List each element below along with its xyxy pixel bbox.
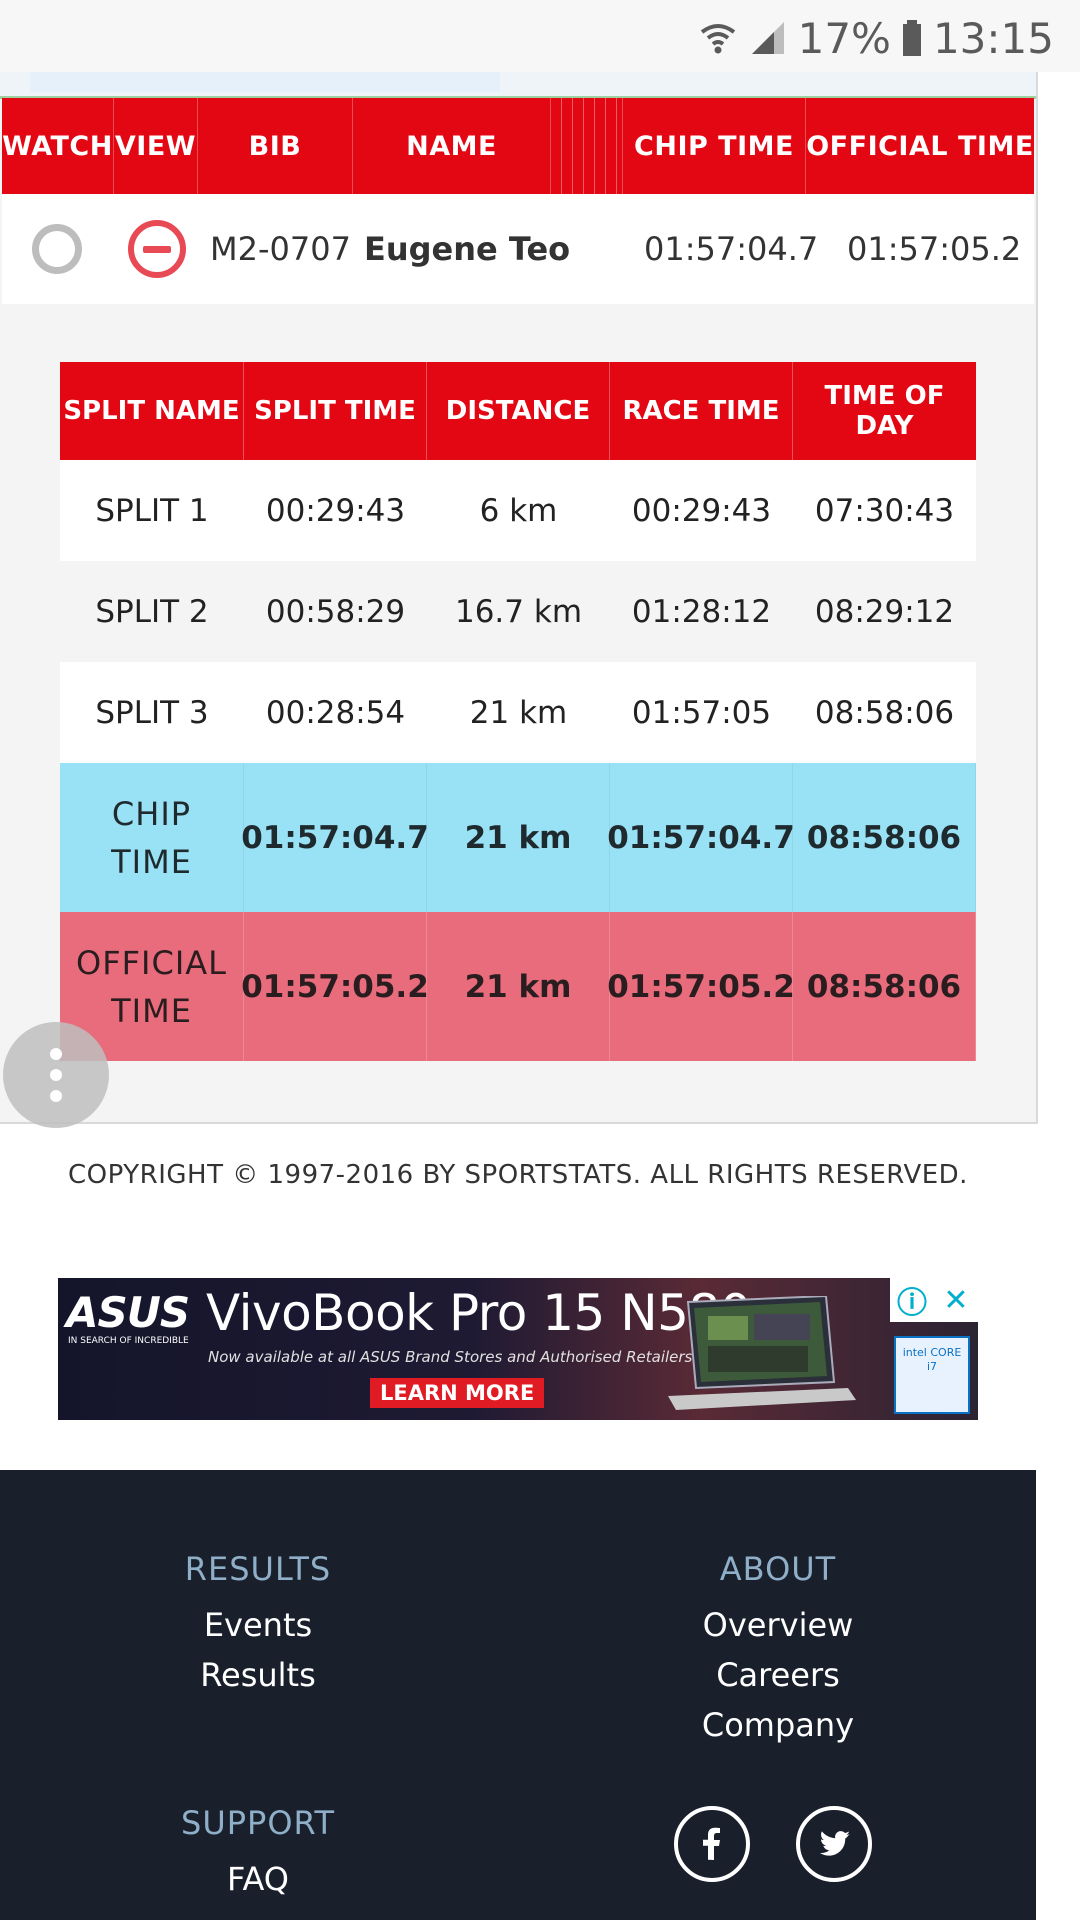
chip-label-line1: CHIP: [111, 794, 192, 833]
col-split-time: SPLIT TIME: [244, 362, 427, 460]
footer-results: RESULTS Events Results: [58, 1550, 458, 1700]
ad-info-icon[interactable]: ⓘ: [890, 1278, 934, 1322]
ad-subline: Now available at all ASUS Brand Stores a…: [208, 1348, 693, 1366]
chip-label-line2: TIME: [111, 842, 192, 881]
col-time-of-day: TIME OF DAY: [824, 381, 945, 441]
split-row: SPLIT 2 00:58:29 16.7 km 01:28:12 08:29:…: [60, 561, 976, 662]
footer-link-careers[interactable]: Careers: [578, 1650, 978, 1700]
split-race-time: 01:57:05: [631, 694, 772, 731]
official-time-value: 01:57:05.2: [847, 230, 1022, 268]
splits-table: SPLIT NAME SPLIT TIME DISTANCE RACE TIME…: [60, 362, 976, 1061]
col-distance: DISTANCE: [427, 362, 610, 460]
ad-controls: ⓘ ✕: [890, 1278, 978, 1322]
signal-icon: [751, 22, 784, 54]
split-time: 00:29:43: [265, 492, 406, 529]
copyright-text: COPYRIGHT © 1997-2016 BY SPORTSTATS. ALL…: [68, 1160, 968, 1190]
chip-race-time: 01:57:04.7: [607, 763, 795, 912]
split-distance: 21 km: [469, 694, 568, 731]
ad-tagline: IN SEARCH OF INCREDIBLE: [68, 1336, 189, 1346]
split-name: SPLIT 1: [95, 492, 209, 529]
collapse-splits-icon[interactable]: [128, 194, 186, 304]
official-race-time: 01:57:05.2: [607, 912, 795, 1061]
split-name: SPLIT 3: [95, 694, 209, 731]
col-watch[interactable]: WATCH: [2, 98, 114, 194]
more-vertical-icon: [50, 1048, 62, 1060]
status-bar: 17% 13:15: [0, 0, 1080, 72]
chip-split-time: 01:57:04.7: [241, 763, 429, 912]
ad-close-icon[interactable]: ✕: [934, 1278, 978, 1322]
twitter-icon[interactable]: [796, 1806, 872, 1882]
split-time: 00:28:54: [265, 694, 406, 731]
split-time-of-day: 08:29:12: [814, 593, 955, 630]
official-time-of-day: 08:58:06: [793, 912, 976, 1061]
intel-badge: intel CORE i7: [894, 1336, 970, 1414]
watch-radio[interactable]: [32, 194, 82, 304]
ad-banner[interactable]: ASUS IN SEARCH OF INCREDIBLE VivoBook Pr…: [58, 1278, 978, 1420]
facebook-icon[interactable]: [674, 1806, 750, 1882]
col-bib[interactable]: BIB: [198, 98, 353, 194]
chip-time-label: CHIP TIME: [60, 763, 244, 912]
footer-about: ABOUT Overview Careers Company: [578, 1550, 978, 1750]
header-strip: [0, 72, 1036, 99]
split-row: SPLIT 3 00:28:54 21 km 01:57:05 08:58:06: [60, 662, 976, 763]
chip-time-of-day: 08:58:06: [793, 763, 976, 912]
results-table-header: WATCH VIEW BIB NAME CHIP TIME OFFICIAL T…: [2, 98, 1034, 194]
split-row: SPLIT 1 00:29:43 6 km 00:29:43 07:30:43: [60, 460, 976, 561]
official-label-line2: TIME: [111, 991, 192, 1030]
footer-link-results[interactable]: Results: [58, 1650, 458, 1700]
col-split-name: SPLIT NAME: [60, 362, 244, 460]
split-race-time: 01:28:12: [631, 593, 772, 630]
split-distance: 16.7 km: [454, 593, 583, 630]
col-collapsed: [551, 98, 623, 194]
battery-icon: [902, 20, 921, 56]
split-time: 00:58:29: [265, 593, 406, 630]
split-name: SPLIT 2: [95, 593, 209, 630]
runner-name-link[interactable]: Eugene Teo: [364, 194, 570, 304]
floating-menu-button[interactable]: [3, 1022, 109, 1128]
site-footer: RESULTS Events Results ABOUT Overview Ca…: [0, 1470, 1036, 1920]
col-name[interactable]: NAME: [353, 98, 551, 194]
official-label-line1: OFFICIAL: [76, 943, 227, 982]
table-row: M2-0707 Eugene Teo 01:57:04.7 01:57:05.2: [2, 194, 1034, 304]
ad-learn-more-button[interactable]: LEARN MORE: [370, 1378, 545, 1408]
footer-support: SUPPORT FAQ: [58, 1804, 458, 1904]
bib-number: M2-0707: [210, 230, 351, 268]
results-panel: WATCH VIEW BIB NAME CHIP TIME OFFICIAL T…: [0, 72, 1038, 1124]
battery-percent: 17%: [797, 13, 891, 63]
footer-link-company[interactable]: Company: [578, 1700, 978, 1750]
official-split-time: 01:57:05.2: [241, 912, 429, 1061]
clock: 13:15: [932, 13, 1054, 63]
official-time-row: OFFICIAL TIME 01:57:05.2 21 km 01:57:05.…: [60, 912, 976, 1061]
asus-logo: ASUS: [66, 1288, 190, 1337]
chip-distance: 21 km: [427, 763, 610, 912]
split-time-of-day: 08:58:06: [814, 694, 955, 731]
footer-link-overview[interactable]: Overview: [578, 1600, 978, 1650]
footer-results-heading: RESULTS: [184, 1550, 332, 1588]
col-view[interactable]: VIEW: [114, 98, 198, 194]
footer-link-events[interactable]: Events: [58, 1600, 458, 1650]
split-time-of-day: 07:30:43: [814, 492, 955, 529]
splits-header: SPLIT NAME SPLIT TIME DISTANCE RACE TIME…: [60, 362, 976, 460]
col-official-time[interactable]: OFFICIAL TIME: [806, 98, 1034, 194]
wifi-icon: [700, 24, 735, 54]
footer-support-heading: SUPPORT: [181, 1804, 335, 1842]
footer-about-heading: ABOUT: [719, 1550, 837, 1588]
col-race-time: RACE TIME: [610, 362, 793, 460]
footer-link-faq[interactable]: FAQ: [58, 1854, 458, 1904]
official-distance: 21 km: [427, 912, 610, 1061]
col-chip-time[interactable]: CHIP TIME: [623, 98, 806, 194]
laptop-image: [668, 1296, 856, 1410]
split-distance: 6 km: [479, 492, 558, 529]
chip-time-value: 01:57:04.7: [644, 230, 819, 268]
split-race-time: 00:29:43: [631, 492, 772, 529]
chip-time-row: CHIP TIME 01:57:04.7 21 km 01:57:04.7 08…: [60, 763, 976, 912]
